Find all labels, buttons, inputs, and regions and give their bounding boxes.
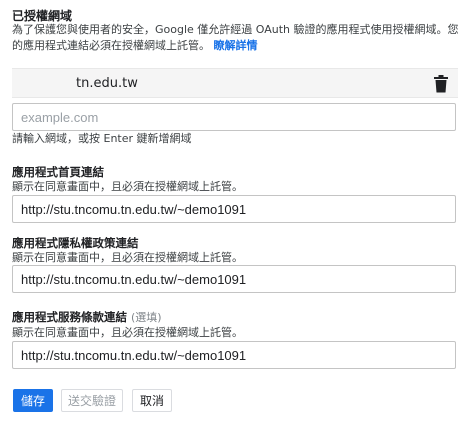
domain-row: tn.edu.tw [12, 68, 458, 98]
domain-value: tn.edu.tw [76, 76, 138, 91]
terms-label-row: 應用程式服務條款連結 (選填) [12, 309, 162, 325]
terms-link-value: http://stu.tncomu.tn.edu.tw/~demo1091 [21, 348, 247, 363]
privacy-link-value: http://stu.tncomu.tn.edu.tw/~demo1091 [21, 272, 247, 287]
terms-label: 應用程式服務條款連結 [12, 310, 127, 324]
authorized-domains-description: 為了保護您與使用者的安全，Google 僅允許經過 OAuth 驗證的應用程式使… [12, 22, 464, 54]
new-domain-placeholder: example.com [21, 110, 99, 125]
new-domain-hint: 請輸入網域，或按 Enter 鍵新增網域 [12, 132, 192, 145]
learn-more-link[interactable]: 瞭解詳情 [214, 39, 258, 52]
terms-optional-tag: (選填) [131, 311, 162, 324]
submit-verification-button[interactable]: 送交驗證 [61, 389, 123, 412]
homepage-link-value: http://stu.tncomu.tn.edu.tw/~demo1091 [21, 202, 247, 217]
trash-icon[interactable] [434, 75, 448, 93]
privacy-hint: 顯示在同意畫面中，且必須在授權網域上託管。 [12, 251, 243, 264]
oauth-consent-form: 已授權網域 為了保護您與使用者的安全，Google 僅允許經過 OAuth 驗證… [0, 0, 472, 431]
terms-hint: 顯示在同意畫面中，且必須在授權網域上託管。 [12, 326, 243, 339]
homepage-link-input[interactable]: http://stu.tncomu.tn.edu.tw/~demo1091 [12, 195, 456, 223]
save-button[interactable]: 儲存 [13, 389, 53, 412]
cancel-button[interactable]: 取消 [132, 389, 172, 412]
new-domain-input[interactable]: example.com [12, 103, 456, 131]
privacy-link-input[interactable]: http://stu.tncomu.tn.edu.tw/~demo1091 [12, 265, 456, 293]
homepage-hint: 顯示在同意畫面中，且必須在授權網域上託管。 [12, 180, 243, 193]
terms-link-input[interactable]: http://stu.tncomu.tn.edu.tw/~demo1091 [12, 341, 456, 369]
